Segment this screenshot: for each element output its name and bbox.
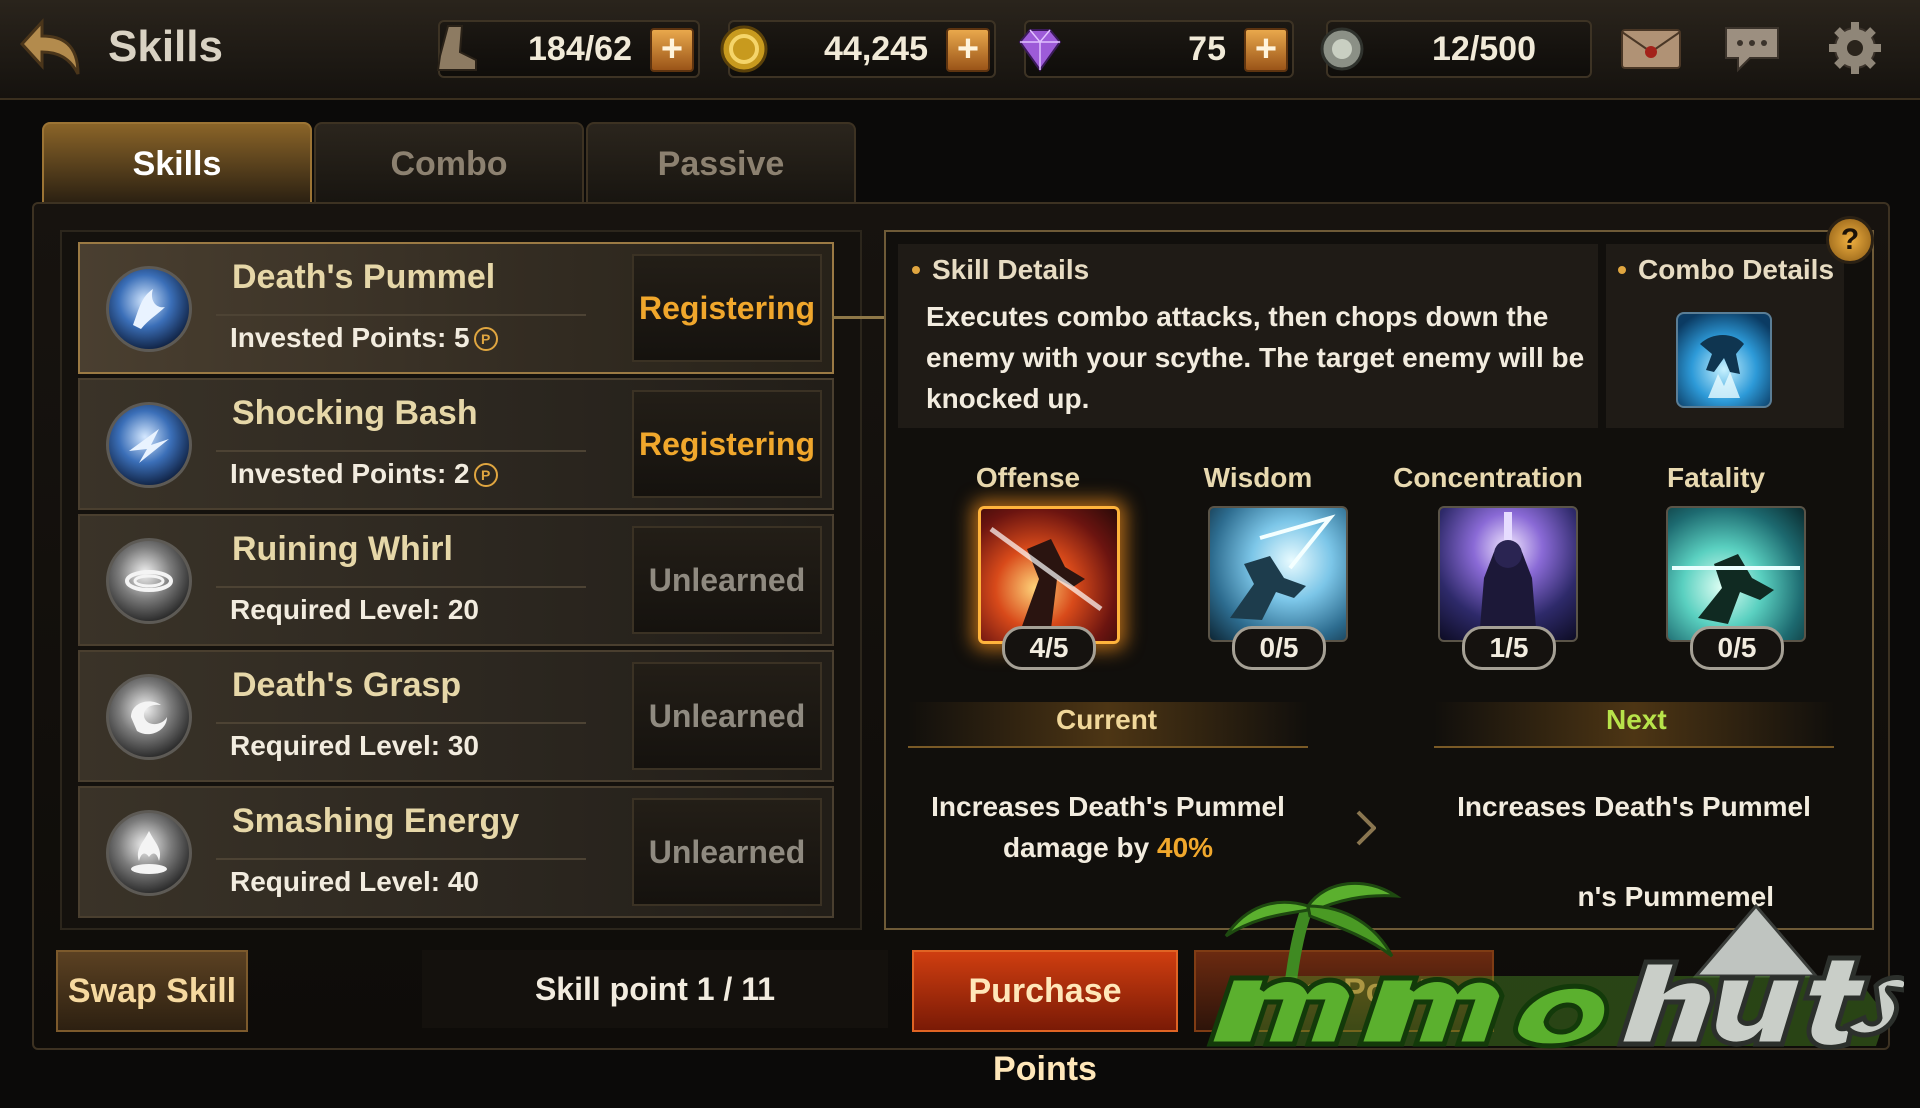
stamina-resource: 184/62 + [436, 20, 700, 78]
mail-icon[interactable] [1616, 18, 1686, 78]
gem-value: 75 [1188, 30, 1226, 68]
swap-skill-button[interactable]: Swap Skill [56, 950, 248, 1032]
token-value: 12/500 [1432, 30, 1536, 68]
settings-gear-icon[interactable] [1820, 18, 1890, 78]
gold-resource: 44,245 + [720, 20, 996, 78]
concentration-art-icon [1438, 506, 1578, 642]
deaths-grasp-skill-icon [106, 674, 192, 760]
skill-name: Death's Pummel [232, 258, 496, 296]
skill-status-button[interactable]: Unlearned [632, 662, 822, 770]
stamina-boot-icon [426, 20, 482, 78]
skill-name: Death's Grasp [232, 666, 462, 704]
stamina-value: 184/62 [528, 30, 632, 68]
add-stamina-button[interactable]: + [650, 28, 694, 72]
skill-status-button[interactable]: Registering [632, 390, 822, 498]
stat-label: Concentration [1393, 462, 1583, 493]
reset-points-button[interactable]: Reset Points [1194, 950, 1494, 1032]
combo-details-title: Combo Details [1617, 254, 1835, 285]
skill-point-icon: P [473, 327, 498, 351]
shocking-bash-skill-icon [106, 402, 192, 488]
skill-row-deaths-pummel[interactable]: Death's Pummel Invested Points: 5P Regis… [78, 242, 834, 374]
stat-label: Fatality [1666, 462, 1766, 493]
silver-token-icon [1314, 20, 1370, 78]
divider [216, 586, 586, 588]
add-gold-button[interactable]: + [946, 28, 990, 72]
stat-count: 1/5 [1462, 626, 1556, 670]
gold-value: 44,245 [824, 30, 928, 68]
wisdom-art-icon [1208, 506, 1348, 642]
skill-details-title: Skill Details [911, 254, 1090, 285]
current-effect: Increases Death's Pummel damage by 40% [931, 791, 1285, 863]
ruining-whirl-skill-icon [106, 538, 192, 624]
stat-fatality[interactable]: Fatality 0/5 [1626, 462, 1806, 672]
tab-skills[interactable]: Skills [42, 122, 312, 202]
back-arrow-icon[interactable] [18, 14, 94, 84]
gem-resource: 75 + [1018, 20, 1294, 78]
skill-requirement: Required Level: 40 [230, 866, 479, 897]
stat-count: 0/5 [1690, 626, 1784, 670]
current-label: Current [1056, 704, 1158, 735]
skill-status-button[interactable]: Unlearned [632, 798, 822, 906]
tab-passive[interactable]: Passive [586, 122, 856, 202]
stat-label: Offense [975, 462, 1081, 493]
skill-name: Smashing Energy [232, 802, 520, 840]
fatality-art-icon [1666, 506, 1806, 642]
page-title: Skills [108, 22, 223, 71]
chat-icon[interactable] [1718, 18, 1788, 78]
stat-count: 4/5 [1002, 626, 1096, 670]
skill-requirement: Required Level: 30 [230, 730, 479, 761]
combo-knockup-icon[interactable] [1676, 312, 1772, 408]
smashing-energy-skill-icon [106, 810, 192, 896]
stat-wisdom[interactable]: Wisdom 0/5 [1168, 462, 1348, 672]
skill-name: Shocking Bash [232, 394, 478, 432]
next-effect-partial: n's Pummemel [1577, 881, 1774, 912]
skill-points: Invested Points: 5P [230, 322, 498, 354]
purchase-points-button[interactable]: Purchase Points [912, 950, 1178, 1088]
skill-description: Executes combo attacks, then chops down … [926, 301, 1585, 414]
stat-offense[interactable]: Offense 4/5 [938, 462, 1120, 672]
next-label: Next [1606, 704, 1667, 735]
gold-coin-icon [716, 20, 772, 78]
offense-art-icon [978, 506, 1120, 644]
tab-combo[interactable]: Combo [314, 122, 584, 202]
gem-icon [1012, 20, 1068, 78]
skill-point-icon: P [473, 463, 498, 487]
skill-row-shocking-bash[interactable]: Shocking Bash Invested Points: 2P Regist… [78, 378, 834, 510]
stat-concentration[interactable]: Concentration 1/5 [1393, 462, 1583, 672]
selection-connector [832, 316, 884, 319]
stat-label: Wisdom [1203, 462, 1313, 493]
arrow-right-icon [1356, 808, 1377, 848]
help-button[interactable]: ? [1826, 216, 1874, 264]
stat-count: 0/5 [1232, 626, 1326, 670]
divider [216, 858, 586, 860]
skill-row-ruining-whirl[interactable]: Ruining Whirl Required Level: 20 Unlearn… [78, 514, 834, 646]
divider [216, 450, 586, 452]
divider [216, 314, 586, 316]
skill-point-counter: Skill point 1 / 11 [422, 950, 888, 1028]
skill-name: Ruining Whirl [232, 530, 453, 568]
token-resource: 12/500 [1320, 20, 1592, 78]
skill-points: Invested Points: 2P [230, 458, 498, 490]
skill-row-deaths-grasp[interactable]: Death's Grasp Required Level: 30 Unlearn… [78, 650, 834, 782]
skill-requirement: Required Level: 20 [230, 594, 479, 625]
next-effect: Increases Death's Pummel [1457, 791, 1811, 822]
add-gem-button[interactable]: + [1244, 28, 1288, 72]
skill-status-button[interactable]: Unlearned [632, 526, 822, 634]
skill-status-button[interactable]: Registering [632, 254, 822, 362]
skill-row-smashing-energy[interactable]: Smashing Energy Required Level: 40 Unlea… [78, 786, 834, 918]
deaths-pummel-skill-icon [106, 266, 192, 352]
divider [216, 722, 586, 724]
